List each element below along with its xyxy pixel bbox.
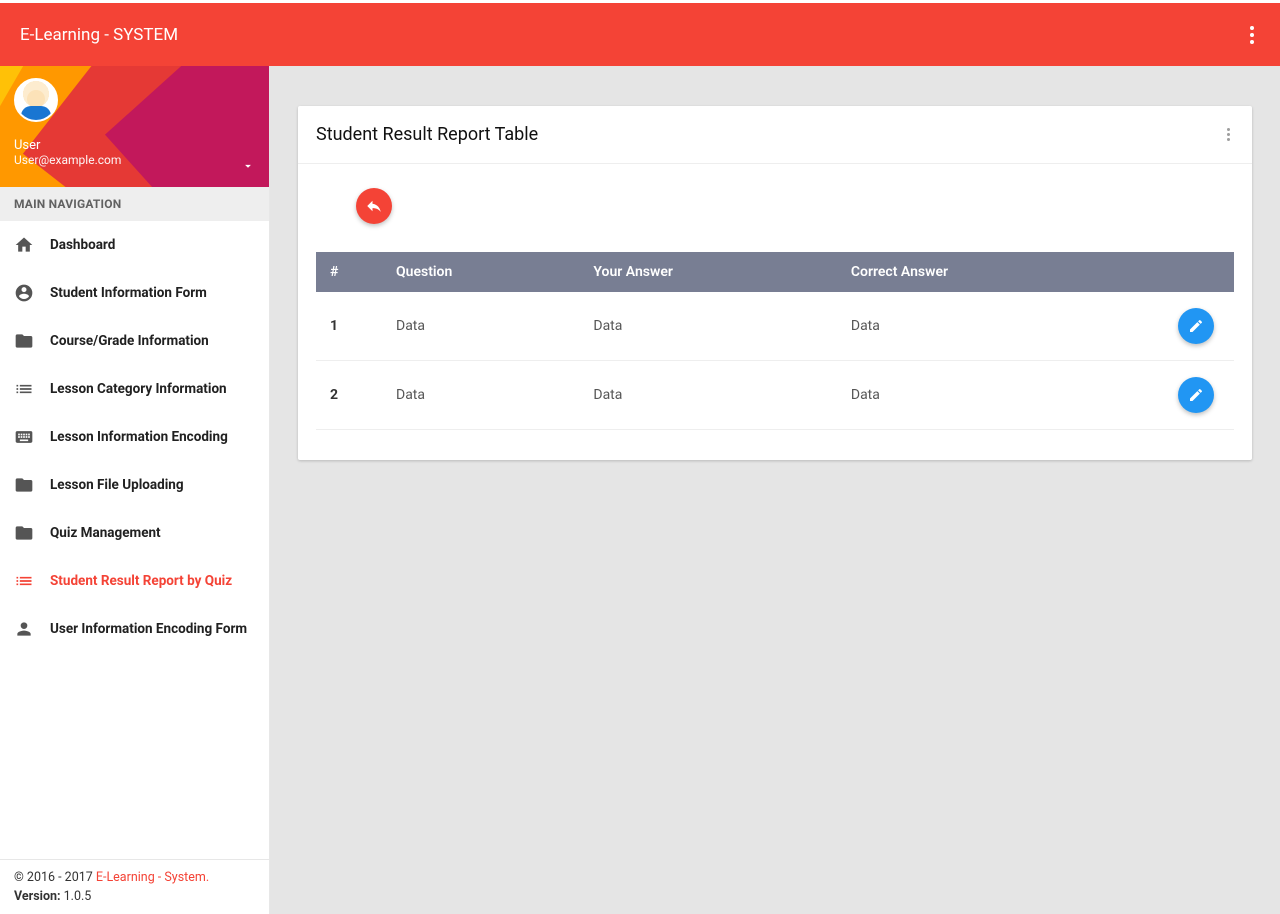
list-icon — [14, 379, 34, 399]
sidebar-item-3[interactable]: Lesson Category Information — [0, 365, 269, 413]
sidebar-item-5[interactable]: Lesson File Uploading — [0, 461, 269, 509]
back-button[interactable] — [356, 188, 392, 224]
sidebar-item-8[interactable]: User Information Encoding Form — [0, 605, 269, 653]
sidebar-item-6[interactable]: Quiz Management — [0, 509, 269, 557]
cell-0-0: 1 — [316, 292, 386, 361]
cell-actions — [1144, 292, 1234, 361]
result-table: #QuestionYour AnswerCorrect Answer 1Data… — [316, 252, 1234, 430]
sidebar-item-label: Lesson Information Encoding — [50, 429, 228, 445]
chevron-down-icon[interactable] — [241, 159, 255, 173]
table-row: 1DataDataData — [316, 292, 1234, 361]
person-icon — [14, 619, 34, 639]
reply-icon — [365, 197, 383, 215]
pencil-icon — [1188, 318, 1204, 334]
cell-1-1: Data — [386, 361, 583, 430]
cell-0-2: Data — [583, 292, 841, 361]
card-more-icon[interactable] — [1223, 124, 1234, 145]
folder-icon — [14, 475, 34, 495]
folder-icon — [14, 523, 34, 543]
sidebar-item-label: Student Information Form — [50, 285, 207, 301]
cell-1-0: 2 — [316, 361, 386, 430]
folder-icon — [14, 331, 34, 351]
topbar: E-Learning - SYSTEM — [0, 3, 1280, 66]
user-email: User@example.com — [14, 153, 255, 167]
user-name: User — [14, 138, 255, 153]
table-row: 2DataDataData — [316, 361, 1234, 430]
card-title: Student Result Report Table — [316, 124, 538, 145]
cell-0-1: Data — [386, 292, 583, 361]
sidebar-item-label: Student Result Report by Quiz — [50, 573, 232, 589]
col-header-2: Your Answer — [583, 252, 841, 292]
col-header-0: # — [316, 252, 386, 292]
main-content: Student Result Report Table #QuestionYou… — [270, 66, 1280, 914]
nav-section-title: MAIN NAVIGATION — [0, 187, 269, 221]
sidebar-item-7[interactable]: Student Result Report by Quiz — [0, 557, 269, 605]
footer-copyright: © 2016 - 2017 — [14, 870, 96, 885]
sidebar: User User@example.com MAIN NAVIGATION Da… — [0, 66, 270, 914]
cell-0-3: Data — [841, 292, 1144, 361]
col-header-3: Correct Answer — [841, 252, 1144, 292]
sidebar-item-label: User Information Encoding Form — [50, 621, 247, 637]
sidebar-item-label: Lesson Category Information — [50, 381, 227, 397]
sidebar-item-label: Lesson File Uploading — [50, 477, 184, 493]
sidebar-item-label: Dashboard — [50, 237, 115, 253]
col-header-4 — [1144, 252, 1234, 292]
keyboard-icon — [14, 427, 34, 447]
pencil-icon — [1188, 387, 1204, 403]
list-icon — [14, 571, 34, 591]
sidebar-item-label: Quiz Management — [50, 525, 161, 541]
cell-1-3: Data — [841, 361, 1144, 430]
cell-1-2: Data — [583, 361, 841, 430]
sidebar-item-4[interactable]: Lesson Information Encoding — [0, 413, 269, 461]
cell-actions — [1144, 361, 1234, 430]
sidebar-item-1[interactable]: Student Information Form — [0, 269, 269, 317]
more-vert-icon[interactable] — [1244, 20, 1260, 50]
avatar — [14, 78, 58, 122]
sidebar-item-2[interactable]: Course/Grade Information — [0, 317, 269, 365]
sidebar-item-0[interactable]: Dashboard — [0, 221, 269, 269]
footer-link[interactable]: E-Learning - System. — [96, 870, 209, 885]
footer: © 2016 - 2017 E-Learning - System. Versi… — [0, 859, 269, 914]
sidebar-user-panel: User User@example.com — [0, 66, 269, 187]
footer-version-value: 1.0.5 — [61, 889, 92, 904]
col-header-1: Question — [386, 252, 583, 292]
edit-button[interactable] — [1178, 308, 1214, 344]
edit-button[interactable] — [1178, 377, 1214, 413]
sidebar-item-label: Course/Grade Information — [50, 333, 209, 349]
home-icon — [14, 235, 34, 255]
brand-title: E-Learning - SYSTEM — [20, 25, 178, 45]
account-circle-icon — [14, 283, 34, 303]
footer-version-label: Version: — [14, 889, 61, 904]
result-card: Student Result Report Table #QuestionYou… — [298, 106, 1252, 460]
